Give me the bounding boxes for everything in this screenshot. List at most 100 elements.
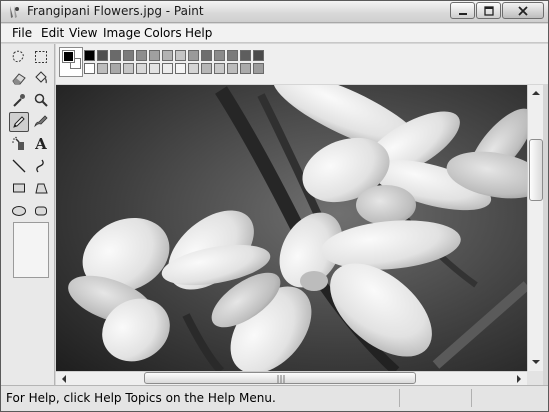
- text-icon: A: [35, 135, 47, 153]
- color-swatch[interactable]: [84, 50, 95, 61]
- paint-window: Frangipani Flowers.jpg - Paint File Edit…: [0, 0, 549, 412]
- tool-pencil[interactable]: [9, 112, 29, 132]
- current-colors[interactable]: [59, 47, 83, 77]
- color-swatch[interactable]: [162, 50, 173, 61]
- window-title: Frangipani Flowers.jpg - Paint: [27, 4, 204, 18]
- arrow-up-icon: [532, 91, 540, 95]
- curve-icon: [36, 159, 44, 173]
- tool-rectangle[interactable]: [9, 178, 29, 198]
- menu-view[interactable]: View: [67, 26, 99, 40]
- tool-line[interactable]: [9, 156, 29, 176]
- color-swatch[interactable]: [110, 50, 121, 61]
- tool-options-box[interactable]: [13, 222, 49, 278]
- vertical-scrollbar[interactable]: [527, 85, 543, 371]
- color-swatch[interactable]: [97, 50, 108, 61]
- tool-eraser[interactable]: [9, 68, 29, 88]
- tool-free-form-select[interactable]: [9, 47, 29, 67]
- frangipani-flowers-image: [56, 85, 527, 371]
- arrow-left-icon: [62, 375, 66, 383]
- scroll-down-button[interactable]: [529, 355, 543, 369]
- color-swatch[interactable]: [253, 63, 264, 74]
- select-icon: [35, 51, 47, 63]
- color-swatch[interactable]: [84, 63, 95, 74]
- scrollbar-corner: [527, 371, 543, 385]
- color-swatch[interactable]: [149, 50, 160, 61]
- color-swatch[interactable]: [227, 50, 238, 61]
- color-swatch[interactable]: [136, 63, 147, 74]
- tool-airbrush[interactable]: [9, 134, 29, 154]
- fill-bucket-icon: [35, 71, 48, 84]
- color-swatch[interactable]: [123, 63, 134, 74]
- color-swatch[interactable]: [110, 63, 121, 74]
- maximize-icon: [483, 5, 494, 16]
- airbrush-icon: [12, 136, 24, 150]
- paint-app-icon: [10, 6, 19, 18]
- color-swatch[interactable]: [214, 63, 225, 74]
- scroll-left-button[interactable]: [57, 372, 71, 386]
- color-swatch[interactable]: [240, 50, 251, 61]
- color-swatch[interactable]: [253, 50, 264, 61]
- tool-fill[interactable]: [31, 68, 51, 88]
- maximize-button[interactable]: [476, 2, 501, 19]
- grip-icon: [277, 375, 285, 383]
- status-cell-size: [471, 389, 472, 407]
- vertical-scroll-thumb[interactable]: [529, 139, 543, 201]
- color-swatch[interactable]: [175, 50, 186, 61]
- horizontal-scroll-thumb[interactable]: [144, 372, 416, 384]
- tool-rounded-rectangle[interactable]: [31, 201, 51, 221]
- tool-curve[interactable]: [31, 156, 51, 176]
- menu-file[interactable]: File: [10, 26, 34, 40]
- color-swatch[interactable]: [97, 63, 108, 74]
- menu-edit[interactable]: Edit: [39, 26, 66, 40]
- eraser-icon: [12, 73, 26, 85]
- scroll-up-button[interactable]: [529, 86, 543, 100]
- title-bar[interactable]: Frangipani Flowers.jpg - Paint: [1, 1, 548, 23]
- color-swatch[interactable]: [162, 63, 173, 74]
- color-swatch[interactable]: [201, 63, 212, 74]
- arrow-down-icon: [532, 360, 540, 364]
- menu-image[interactable]: Image: [101, 26, 143, 40]
- pencil-icon: [13, 116, 25, 128]
- color-swatch[interactable]: [123, 50, 134, 61]
- scroll-right-button[interactable]: [512, 372, 526, 386]
- tool-ellipse[interactable]: [9, 201, 29, 221]
- close-icon: [518, 5, 528, 16]
- line-icon: [12, 159, 26, 173]
- rectangle-icon: [13, 183, 25, 193]
- rounded-rectangle-icon: [35, 206, 47, 216]
- polygon-icon: [35, 183, 48, 194]
- color-swatch[interactable]: [188, 50, 199, 61]
- color-swatch[interactable]: [149, 63, 160, 74]
- tool-pick-color[interactable]: [9, 90, 29, 110]
- close-button[interactable]: [502, 2, 544, 19]
- tool-text[interactable]: A: [31, 134, 51, 154]
- minimize-icon: [458, 12, 467, 15]
- horizontal-scrollbar[interactable]: [56, 371, 527, 385]
- tool-brush[interactable]: [31, 112, 51, 132]
- color-swatch[interactable]: [175, 63, 186, 74]
- menu-colors[interactable]: Colors: [142, 26, 184, 40]
- window-controls: [450, 2, 544, 20]
- magnifier-icon: [34, 93, 48, 107]
- foreground-color-swatch[interactable]: [62, 50, 75, 63]
- pick-color-icon: [13, 94, 25, 107]
- tool-magnifier[interactable]: [31, 90, 51, 110]
- status-bar: For Help, click Help Topics on the Help …: [1, 385, 548, 411]
- color-swatch[interactable]: [240, 63, 251, 74]
- brush-icon: [34, 115, 48, 128]
- tool-polygon[interactable]: [31, 178, 51, 198]
- color-swatch[interactable]: [188, 63, 199, 74]
- drawing-canvas[interactable]: [56, 85, 527, 371]
- color-swatch[interactable]: [201, 50, 212, 61]
- status-help-text: For Help, click Help Topics on the Help …: [6, 391, 276, 405]
- menu-bar: File Edit View Image Colors Help: [1, 24, 548, 43]
- color-palette: [56, 44, 548, 84]
- color-swatch[interactable]: [136, 50, 147, 61]
- free-form-select-icon: [12, 50, 24, 63]
- menu-help[interactable]: Help: [183, 26, 214, 40]
- status-cell-position: [399, 389, 400, 407]
- color-swatch[interactable]: [214, 50, 225, 61]
- color-swatch[interactable]: [227, 63, 238, 74]
- tool-select[interactable]: [31, 47, 51, 67]
- minimize-button[interactable]: [450, 2, 475, 19]
